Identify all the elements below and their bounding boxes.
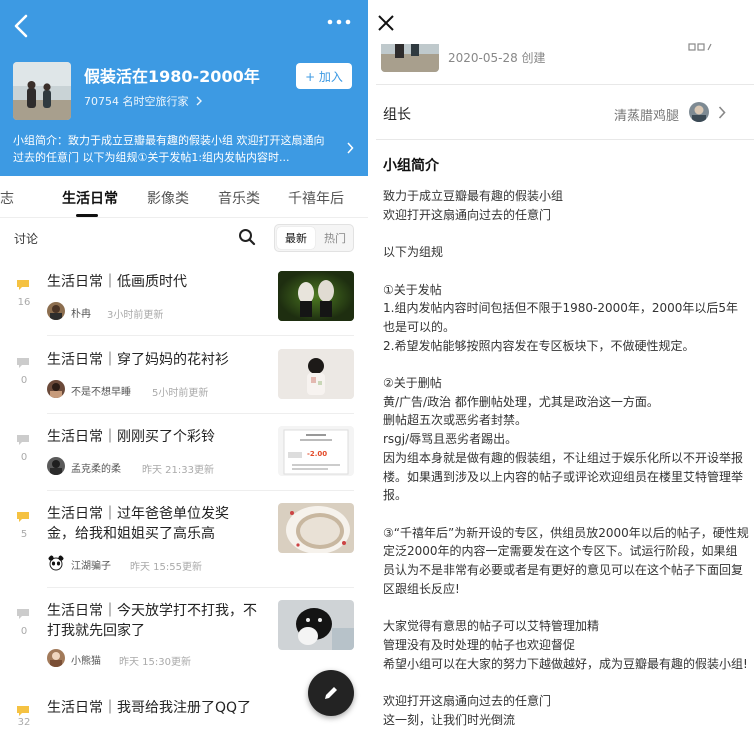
avatar[interactable] bbox=[47, 649, 65, 667]
join-group-button[interactable]: + 加入 bbox=[296, 63, 352, 89]
post-title: 生活日常｜今天放学打不打我，不打我就先回家了 bbox=[47, 603, 257, 639]
post-title: 生活日常｜穿了妈妈的花衬衫 bbox=[47, 352, 229, 368]
avatar[interactable] bbox=[47, 457, 65, 475]
comment-icon bbox=[17, 358, 29, 368]
divider bbox=[47, 413, 354, 414]
avatar bbox=[689, 102, 709, 122]
group-intro-summary[interactable]: 小组简介：致力于成立豆瓣最有趣的假装小组 欢迎打开这扇通向过去的任意门 以下为组… bbox=[13, 132, 335, 166]
back-arrow-icon[interactable] bbox=[12, 12, 32, 40]
member-count-text: 70754 名时空旅行家 bbox=[84, 95, 189, 108]
sort-hot-button[interactable]: 热门 bbox=[317, 227, 353, 249]
post-thumbnail[interactable] bbox=[278, 271, 354, 321]
qr-code-icon[interactable] bbox=[688, 42, 712, 52]
sort-toggle: 最新 热门 bbox=[274, 224, 354, 252]
group-member-count[interactable]: 70754 名时空旅行家 bbox=[84, 93, 203, 109]
comment-count: 5 bbox=[20, 529, 28, 540]
post-title: 生活日常｜过年爸爸单位发奖金，给我和姐姐买了高乐高 bbox=[47, 506, 229, 542]
post-title: 生活日常｜刚刚买了个彩铃 bbox=[47, 429, 215, 445]
post-author[interactable]: 小熊猫 bbox=[71, 652, 101, 667]
panel-divider bbox=[368, 0, 376, 743]
post-thumbnail[interactable]: -2.00 bbox=[278, 426, 354, 476]
tab-after-millennium[interactable]: 千禧年后 bbox=[288, 188, 344, 208]
post-author[interactable]: 江湖骗子 bbox=[71, 557, 111, 572]
comment-count: 0 bbox=[20, 626, 28, 637]
avatar[interactable] bbox=[47, 554, 65, 572]
divider bbox=[47, 490, 354, 491]
tab-magazine[interactable]: 杂志 bbox=[0, 188, 14, 208]
divider bbox=[47, 587, 354, 588]
post-time: 5小时前更新 bbox=[152, 388, 209, 399]
divider bbox=[376, 84, 754, 85]
close-icon[interactable] bbox=[377, 14, 395, 32]
comment-count: 16 bbox=[17, 297, 31, 308]
post-time: 昨天 21:33更新 bbox=[142, 465, 214, 476]
post-item[interactable]: 0 生活日常｜穿了妈妈的花衬衫 不是不想早睡 5小时前更新 bbox=[0, 349, 368, 427]
comment-count: 0 bbox=[20, 375, 28, 386]
group-page: 假装活在1980-2000年 70754 名时空旅行家 + 加入 小组简介：致力… bbox=[0, 0, 368, 743]
discussion-title: 讨论 bbox=[14, 232, 39, 246]
comment-icon bbox=[17, 609, 29, 619]
post-time: 昨天 15:55更新 bbox=[130, 562, 202, 573]
post-thumbnail[interactable] bbox=[278, 503, 354, 553]
active-tab-indicator bbox=[76, 214, 98, 217]
group-intro-body: 致力于成立豆瓣最有趣的假装小组 欢迎打开这扇通向过去的任意门 以下为组规 ①关于… bbox=[383, 189, 749, 727]
chevron-right-icon bbox=[196, 96, 202, 106]
created-date: 2020-05-28 创建 bbox=[448, 51, 546, 65]
post-title: 生活日常｜低画质时代 bbox=[47, 274, 187, 290]
leader-label: 组长 bbox=[383, 107, 411, 123]
group-cover-image[interactable] bbox=[13, 62, 71, 120]
post-thumbnail[interactable] bbox=[278, 600, 354, 650]
group-header: 假装活在1980-2000年 70754 名时空旅行家 + 加入 小组简介：致力… bbox=[0, 0, 368, 176]
divider bbox=[47, 335, 354, 336]
post-author[interactable]: 不是不想早睡 bbox=[71, 383, 131, 398]
avatar[interactable] bbox=[47, 380, 65, 398]
chevron-right-icon bbox=[347, 142, 354, 154]
leader-name: 清蒸腊鸡腿 bbox=[614, 109, 680, 124]
thumbnail-price: -2.00 bbox=[307, 450, 328, 458]
comment-count: 0 bbox=[20, 452, 28, 463]
tab-daily-life[interactable]: 生活日常 bbox=[62, 188, 118, 208]
post-item[interactable]: 16 生活日常｜低画质时代 朴冉 3小时前更新 bbox=[0, 271, 368, 349]
new-post-button[interactable] bbox=[308, 670, 354, 716]
comment-count: 32 bbox=[17, 717, 31, 728]
search-icon[interactable] bbox=[236, 226, 258, 248]
tab-music[interactable]: 音乐类 bbox=[218, 188, 260, 208]
post-title: 生活日常｜我哥给我注册了QQ了 bbox=[47, 700, 252, 716]
group-intro-heading: 小组简介 bbox=[383, 158, 439, 174]
post-author[interactable]: 孟克柔的柔 bbox=[71, 460, 121, 475]
group-title: 假装活在1980-2000年 bbox=[84, 67, 260, 86]
intro-label: 小组简介： bbox=[13, 134, 68, 147]
post-thumbnail[interactable] bbox=[278, 349, 354, 399]
comment-icon bbox=[17, 435, 29, 445]
group-info-page: 2020-05-28 创建 组长 清蒸腊鸡腿 小组简介 致力于成立豆瓣最有趣的假… bbox=[376, 0, 754, 743]
comment-icon bbox=[17, 512, 29, 522]
comment-icon bbox=[17, 706, 29, 716]
group-cover-image[interactable] bbox=[381, 44, 439, 72]
post-time: 3小时前更新 bbox=[107, 310, 164, 321]
post-author[interactable]: 朴冉 bbox=[71, 305, 91, 320]
post-time: 昨天 15:30更新 bbox=[119, 657, 191, 668]
tab-photo[interactable]: 影像类 bbox=[147, 188, 189, 208]
comment-icon bbox=[17, 280, 29, 290]
pen-icon bbox=[325, 687, 337, 699]
divider bbox=[376, 139, 754, 140]
avatar[interactable] bbox=[47, 302, 65, 320]
section-tabs: 杂志 生活日常 影像类 音乐类 千禧年后 bbox=[0, 176, 368, 218]
post-item[interactable]: 0 生活日常｜刚刚买了个彩铃 孟克柔的柔 昨天 21:33更新 -2.00 bbox=[0, 426, 368, 504]
more-options-icon[interactable] bbox=[326, 18, 352, 26]
sort-newest-button[interactable]: 最新 bbox=[277, 227, 315, 249]
post-item[interactable]: 5 生活日常｜过年爸爸单位发奖金，给我和姐姐买了高乐高 江湖骗子 昨天 15:5… bbox=[0, 503, 368, 599]
chevron-right-icon bbox=[718, 106, 726, 119]
